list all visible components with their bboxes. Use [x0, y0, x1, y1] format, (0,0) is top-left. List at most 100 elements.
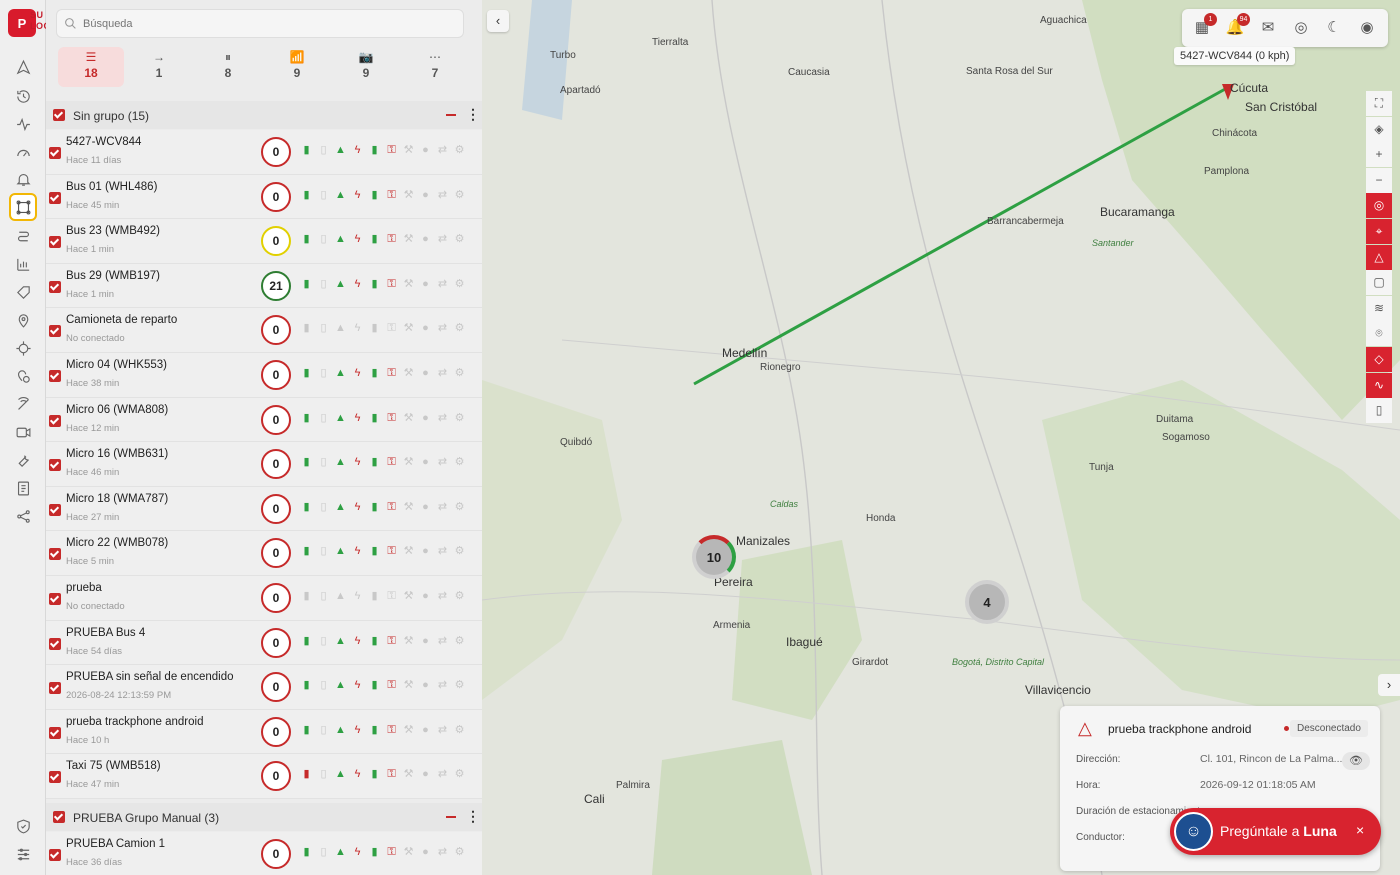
vehicle-last-seen: 2026-08-24 12:13:59 PM: [66, 690, 172, 702]
vehicle-row[interactable]: Micro 16 (WMB631) Hace 46 min 0 ▮ ▯ ▲ ϟ ▮ ⚿ ⚒ ● ⇄ ⚙: [46, 442, 482, 487]
history-nav-icon[interactable]: [9, 82, 37, 110]
vehicle-checkbox[interactable]: [49, 280, 61, 293]
vehicle-row[interactable]: prueba No conectado 0 ▮ ▯ ▲ ϟ ▮ ⚿ ⚒ ● ⇄ ⚙: [46, 576, 482, 621]
signal-nav-icon[interactable]: [9, 390, 37, 418]
group-header[interactable]: PRUEBA Grupo Manual (3) ⋮: [46, 803, 482, 831]
zoom-out-icon[interactable]: −: [1366, 167, 1392, 193]
focus-icon[interactable]: ⌖: [1366, 218, 1392, 244]
poi-nav-icon[interactable]: [9, 362, 37, 390]
search-box[interactable]: [56, 9, 464, 38]
path-icon[interactable]: ∿: [1366, 372, 1392, 398]
map-view[interactable]: Turbo Tierralta Caucasia Apartadó Santa …: [482, 0, 1400, 875]
vehicle-row[interactable]: Bus 29 (WMB197) Hace 1 min 21 ▮ ▯ ▲ ϟ ▮ ⚿ ⚒ ● ⇄ ⚙: [46, 263, 482, 309]
vehicle-row[interactable]: Micro 04 (WHK553) Hace 38 min 0 ▮ ▯ ▲ ϟ ▮ ⚿ ⚒ ● ⇄ ⚙: [46, 353, 482, 398]
close-icon[interactable]: ×: [1356, 822, 1364, 838]
overlay-icon[interactable]: ◎: [1366, 193, 1392, 219]
vehicle-row[interactable]: PRUEBA Bus 4 Hace 54 días 0 ▮ ▯ ▲ ϟ ▮ ⚿ ⚒ ● ⇄ ⚙: [46, 620, 482, 666]
routes-nav-icon[interactable]: [9, 222, 37, 250]
filter-no-signal[interactable]: 📶 9: [264, 47, 330, 87]
group-header[interactable]: Sin grupo (15) ⋮: [46, 101, 482, 129]
vehicle-checkbox[interactable]: [49, 593, 61, 605]
vehicle-checkbox[interactable]: [49, 726, 61, 739]
vehicle-row[interactable]: PRUEBA sin señal de encendido 2026-08-24 …: [46, 665, 482, 710]
geofence-icon[interactable]: ▢: [1366, 270, 1392, 296]
collapse-group-icon[interactable]: [446, 816, 456, 818]
pin-icon[interactable]: ⌾: [1366, 321, 1392, 347]
vehicle-row[interactable]: 5427-WCV844 Hace 11 días 0 ▮ ▯ ▲ ϟ ▮ ⚿ ⚒ ● ⇄ ⚙: [46, 130, 482, 175]
settings-sliders-icon[interactable]: [9, 840, 37, 868]
group-menu-icon[interactable]: ⋮: [466, 809, 480, 823]
eye-icon[interactable]: 👁: [1342, 752, 1370, 770]
assistant-button[interactable]: ☺ Pregúntale a Luna ×: [1170, 808, 1381, 855]
share-nav-icon[interactable]: [9, 502, 37, 530]
vehicle-row[interactable]: Bus 23 (WMB492) Hace 1 min 0 ▮ ▯ ▲ ϟ ▮ ⚿ ⚒ ● ⇄ ⚙: [46, 219, 482, 264]
vehicle-checkbox[interactable]: [49, 459, 61, 472]
video-nav-icon[interactable]: [9, 418, 37, 446]
search-input[interactable]: [83, 15, 453, 33]
moon-icon[interactable]: ☾: [1324, 18, 1344, 38]
top-toolbar: ▦ 1 🔔 94 ✉ ◎ ☾ ◉: [1182, 9, 1388, 47]
filter-camera[interactable]: 📷 9: [333, 47, 399, 87]
vehicle-checkbox[interactable]: [49, 191, 61, 204]
group-checkbox[interactable]: [53, 109, 65, 121]
collapse-panel-button[interactable]: ‹: [487, 10, 509, 32]
map-city-label: Medellín: [722, 346, 768, 360]
dashboard-icon[interactable]: ▦ 1: [1192, 13, 1217, 38]
vehicle-checkbox[interactable]: [49, 147, 61, 159]
shield-nav-icon[interactable]: [9, 812, 37, 840]
vehicle-checkbox[interactable]: [49, 682, 61, 695]
geofence-nav-icon[interactable]: [9, 193, 37, 221]
battery-icon[interactable]: ▯: [1366, 398, 1392, 424]
location-nav-icon[interactable]: [9, 306, 37, 334]
support-icon[interactable]: ◎: [1291, 18, 1311, 38]
target-nav-icon[interactable]: [9, 334, 37, 362]
fuel-icon: ▯: [320, 846, 327, 858]
vehicle-checkbox[interactable]: [49, 637, 61, 650]
bell-nav-icon[interactable]: [9, 165, 37, 193]
vehicle-row[interactable]: Micro 06 (WMA808) Hace 12 min 0 ▮ ▯ ▲ ϟ ▮ ⚿ ⚒ ● ⇄ ⚙: [46, 397, 482, 443]
vehicle-cluster[interactable]: 4: [965, 580, 1009, 624]
tools-nav-icon[interactable]: [9, 446, 37, 474]
expand-right-button[interactable]: ›: [1378, 674, 1400, 696]
bell-icon[interactable]: 🔔 94: [1225, 13, 1250, 38]
vehicle-tooltip: 5427-WCV844 (0 kph): [1174, 47, 1296, 65]
list-icon: ☰: [85, 50, 97, 64]
vehicle-checkbox[interactable]: [49, 414, 61, 427]
alert-triangle-icon[interactable]: △: [1366, 244, 1392, 270]
fullscreen-icon[interactable]: ⛶: [1366, 91, 1392, 116]
zoom-in-icon[interactable]: +: [1366, 142, 1392, 168]
vehicle-checkbox[interactable]: [49, 236, 61, 249]
filter-other[interactable]: ⋯ 7: [402, 47, 468, 87]
group-menu-icon[interactable]: ⋮: [466, 107, 480, 121]
gauge-nav-icon[interactable]: [9, 138, 37, 166]
group-checkbox[interactable]: [53, 811, 65, 823]
vehicle-row[interactable]: Micro 18 (WMA787) Hace 27 min 0 ▮ ▯ ▲ ϟ ▮ ⚿ ⚒ ● ⇄ ⚙: [46, 486, 482, 532]
tag-nav-icon[interactable]: [9, 278, 37, 306]
filter-stopped[interactable]: ⏸ 8: [195, 47, 261, 87]
vehicle-checkbox[interactable]: [49, 370, 61, 382]
vehicle-checkbox[interactable]: [49, 771, 61, 784]
billing-nav-icon[interactable]: [9, 474, 37, 502]
route-icon[interactable]: ≋: [1366, 295, 1392, 321]
reports-nav-icon[interactable]: [9, 250, 37, 278]
tag-icon[interactable]: ◇: [1366, 346, 1392, 372]
vehicle-row[interactable]: PRUEBA Camion 1 Hace 36 días 0 ▮ ▯ ▲ ϟ ▮ ⚿ ⚒ ● ⇄ ⚙: [46, 832, 482, 875]
vehicle-row[interactable]: Taxi 75 (WMB518) Hace 47 min 0 ▮ ▯ ▲ ϟ ▮ ⚿ ⚒ ● ⇄ ⚙: [46, 754, 482, 799]
vehicle-row[interactable]: prueba trackphone android Hace 10 h 0 ▮ ▯ ▲ ϟ ▮…: [46, 709, 482, 755]
vehicle-checkbox[interactable]: [49, 503, 61, 516]
activity-nav-icon[interactable]: [9, 110, 37, 138]
vehicle-row[interactable]: Micro 22 (WMB078) Hace 5 min 0 ▮ ▯ ▲ ϟ ▮ ⚿ ⚒ ● ⇄ ⚙: [46, 531, 482, 576]
filter-all[interactable]: ☰ 18: [58, 47, 124, 87]
user-icon[interactable]: ◉: [1357, 18, 1377, 38]
inbox-icon[interactable]: ✉: [1258, 18, 1278, 38]
vehicle-checkbox[interactable]: [49, 548, 61, 561]
alerts-nav-icon[interactable]: [9, 53, 37, 81]
filter-moving[interactable]: → 1: [126, 47, 192, 87]
collapse-group-icon[interactable]: [446, 114, 456, 116]
vehicle-checkbox[interactable]: [49, 325, 61, 338]
vehicle-cluster[interactable]: 10: [692, 535, 736, 579]
layers-icon[interactable]: ◈: [1366, 116, 1392, 142]
vehicle-checkbox[interactable]: [49, 849, 61, 861]
vehicle-row[interactable]: Camioneta de reparto No conectado 0 ▮ ▯ ▲ ϟ ▮ ⚿ ⚒…: [46, 308, 482, 353]
vehicle-row[interactable]: Bus 01 (WHL486) Hace 45 min 0 ▮ ▯ ▲ ϟ ▮ ⚿ ⚒ ● ⇄ ⚙: [46, 174, 482, 220]
